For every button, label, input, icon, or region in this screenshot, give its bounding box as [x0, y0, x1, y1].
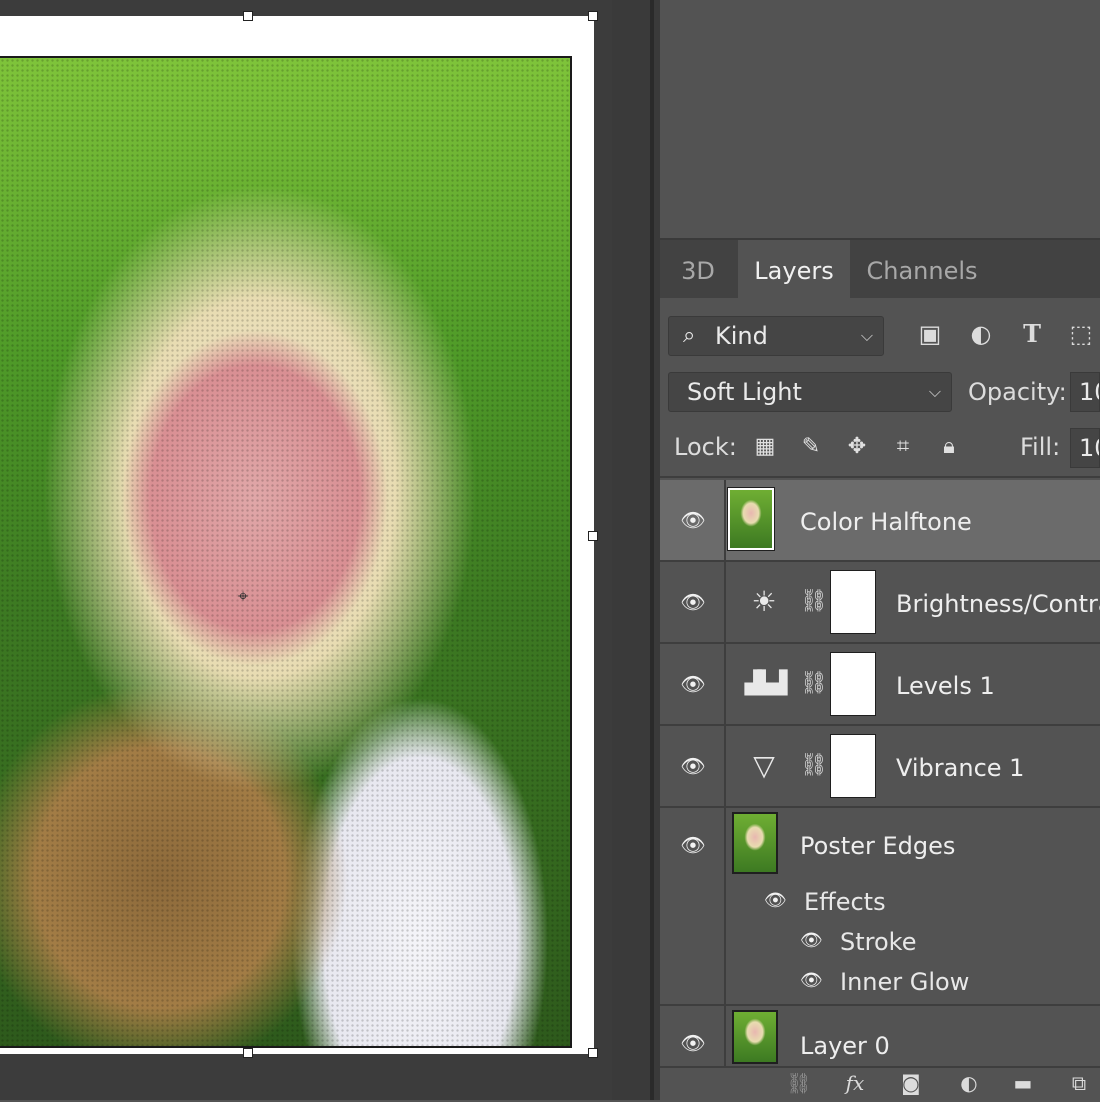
transform-handle-top[interactable]: [243, 11, 253, 21]
opacity-label: Opacity:: [968, 378, 1067, 406]
link-chain-icon[interactable]: ⛓: [800, 664, 828, 704]
eye-column-divider: [724, 480, 726, 560]
image-icon[interactable]: ▣: [914, 318, 946, 350]
stroke-eye-icon[interactable]: 👁︎: [800, 930, 823, 951]
layer-row-poster-edges[interactable]: 👁︎ Poster Edges 👁︎ Effects 👁︎ Stroke 👁︎ …: [660, 808, 1100, 1006]
layer-thumbnail[interactable]: [732, 1010, 778, 1064]
blend-mode-select[interactable]: Soft Light ⌵: [668, 372, 952, 412]
adjustment-icon[interactable]: ◐: [965, 318, 997, 350]
visibility-eye-icon[interactable]: 👁︎: [678, 505, 708, 535]
brightness-icon: ☀: [751, 585, 777, 618]
eye-column-divider: [724, 644, 726, 724]
chevron-down-icon: ⌵: [860, 326, 873, 345]
opacity-field[interactable]: 10: [1070, 372, 1100, 412]
fx-icon[interactable]: fx: [840, 1070, 870, 1096]
layer-row-layer-0[interactable]: 👁︎ Layer 0: [660, 1006, 1100, 1066]
layer-mask-thumbnail[interactable]: [830, 570, 876, 634]
layer-row-vibrance[interactable]: 👁︎ ▽ ⛓ Vibrance 1: [660, 726, 1100, 808]
mask-icon[interactable]: ◙: [896, 1070, 926, 1096]
type-icon[interactable]: T: [1016, 318, 1048, 350]
layer-row-color-halftone[interactable]: 👁︎ Color Halftone: [660, 480, 1100, 562]
lock-transparent-icon[interactable]: ▦: [750, 432, 780, 462]
layer-name[interactable]: Levels 1: [896, 672, 995, 700]
layer-thumbnail[interactable]: [732, 812, 778, 874]
photo-white-border: ⌖: [0, 16, 594, 1054]
inner-glow-eye-icon[interactable]: 👁︎: [800, 970, 823, 991]
link-chain-icon[interactable]: ⛓: [800, 746, 828, 786]
visibility-eye-icon[interactable]: 👁︎: [678, 751, 708, 781]
eye-column-divider: [724, 726, 726, 806]
lock-move-icon[interactable]: ✥: [842, 432, 872, 462]
effects-label[interactable]: Effects: [804, 888, 886, 916]
layer-row-brightness-contrast[interactable]: 👁︎ ☀ ⛓ Brightness/Contra: [660, 562, 1100, 644]
layer-name[interactable]: Vibrance 1: [896, 754, 1024, 782]
layer-row-levels[interactable]: 👁︎ ▟▙▟ ⛓ Levels 1: [660, 644, 1100, 726]
group-folder-icon[interactable]: ▬: [1008, 1070, 1038, 1096]
halftone-photo[interactable]: ⌖: [0, 56, 572, 1048]
blend-mode-value: Soft Light: [687, 378, 802, 406]
layer-thumbnail[interactable]: [727, 487, 775, 551]
visibility-eye-icon[interactable]: 👁︎: [678, 830, 708, 860]
fill-label: Fill:: [1020, 433, 1061, 461]
layer-name[interactable]: Poster Edges: [800, 832, 955, 860]
effects-eye-icon[interactable]: 👁︎: [764, 890, 787, 911]
visibility-eye-icon[interactable]: 👁︎: [678, 1028, 708, 1058]
layer-name[interactable]: Layer 0: [800, 1032, 890, 1060]
levels-icon: ▟▙▟: [744, 671, 788, 696]
crosshair-cursor-icon: ⌖: [238, 586, 249, 607]
chevron-down-icon: ⌵: [928, 382, 941, 401]
lock-label: Lock:: [674, 433, 737, 461]
document-canvas[interactable]: ⌖: [0, 0, 612, 1100]
eye-column-divider: [724, 562, 726, 642]
tab-layers[interactable]: Layers: [738, 240, 850, 298]
panel-empty-area: [660, 0, 1100, 240]
visibility-eye-icon[interactable]: 👁︎: [678, 587, 708, 617]
panel-tab-bar: 3D Layers Channels: [660, 240, 1100, 298]
tab-channels[interactable]: Channels: [852, 240, 992, 298]
shape-icon[interactable]: ⬚: [1065, 318, 1097, 350]
visibility-eye-icon[interactable]: 👁︎: [678, 669, 708, 699]
lock-paint-icon[interactable]: ✎: [796, 432, 826, 462]
eye-column-divider: [724, 1006, 726, 1066]
layer-mask-thumbnail[interactable]: [830, 652, 876, 716]
link-chain-icon[interactable]: ⛓: [800, 582, 828, 622]
transform-handle-right[interactable]: [588, 531, 598, 541]
filter-kind-label: Kind: [715, 322, 768, 350]
lock-artboard-icon[interactable]: ⌗: [888, 432, 918, 462]
layer-name[interactable]: Brightness/Contra: [896, 590, 1100, 618]
search-icon: ⌕: [683, 323, 696, 348]
effect-stroke[interactable]: Stroke: [840, 928, 916, 956]
transform-handle-top-right[interactable]: [588, 11, 598, 21]
layer-name[interactable]: Color Halftone: [800, 508, 972, 536]
panel-divider-line[interactable]: [650, 0, 654, 1100]
new-adjustment-icon[interactable]: ◐: [954, 1070, 984, 1096]
eye-column-divider: [724, 808, 726, 1004]
effect-inner-glow[interactable]: Inner Glow: [840, 968, 969, 996]
vibrance-icon: ▽: [753, 749, 775, 782]
transform-handle-bottom[interactable]: [243, 1048, 253, 1058]
layers-panel: 3D Layers Channels ⌕ Kind ⌵ ▣ ◐ T ⬚ Soft…: [660, 0, 1100, 1102]
new-layer-icon[interactable]: ⧉: [1064, 1070, 1094, 1096]
tab-3d[interactable]: 3D: [660, 240, 736, 298]
transform-handle-bottom-right[interactable]: [588, 1048, 598, 1058]
layer-mask-thumbnail[interactable]: [830, 734, 876, 798]
fill-field[interactable]: 10: [1070, 428, 1100, 468]
link-icon[interactable]: ⛓: [784, 1070, 814, 1096]
lock-all-icon[interactable]: 🔒︎: [934, 432, 964, 462]
filter-kind-select[interactable]: ⌕ Kind ⌵: [668, 316, 884, 356]
